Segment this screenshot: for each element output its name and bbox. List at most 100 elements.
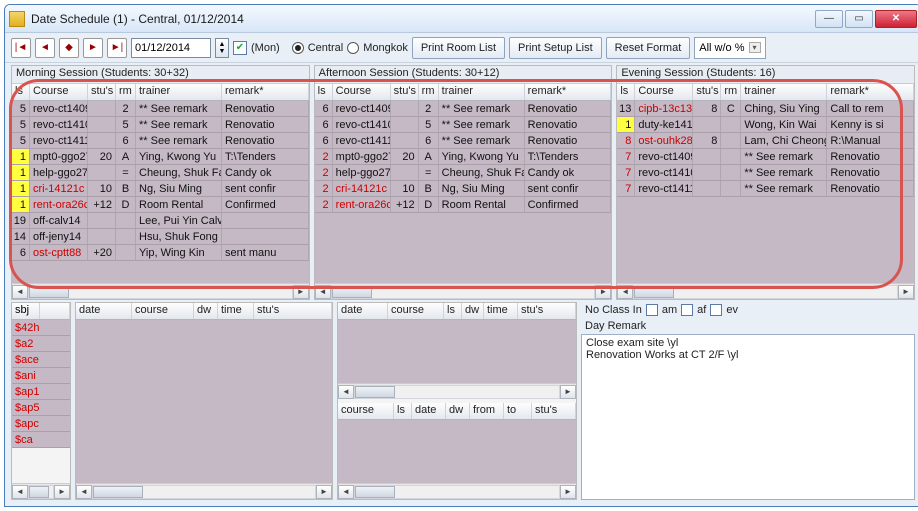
print-setup-list-button[interactable]: Print Setup List <box>509 37 602 59</box>
col-ls[interactable]: ls <box>394 403 412 419</box>
sbj-item[interactable]: $ace <box>12 352 70 368</box>
evening-scrollbar[interactable]: ◄► <box>617 283 914 299</box>
close-button[interactable]: ✕ <box>875 10 917 28</box>
sbj-item[interactable]: $ap5 <box>12 400 70 416</box>
sbj-item[interactable]: $ani <box>12 368 70 384</box>
mid2-top-scrollbar[interactable]: ◄► <box>338 383 576 399</box>
mid2-bot-scrollbar[interactable]: ◄► <box>338 483 576 499</box>
reset-format-button[interactable]: Reset Format <box>606 37 691 59</box>
table-row[interactable]: 6 ost-cptt88 +20 Yip, Wing Kin sent manu <box>12 245 309 261</box>
sbj-item[interactable]: $42h <box>12 320 70 336</box>
sbj-item[interactable]: $ap1 <box>12 384 70 400</box>
table-row[interactable]: 14 off-jeny14 Hsu, Shuk Fong <box>12 229 309 245</box>
table-row[interactable]: 19 off-calv14 Lee, Pui Yin Calv <box>12 213 309 229</box>
minimize-button[interactable]: — <box>815 10 843 28</box>
nav-first-button[interactable]: |◄ <box>11 38 31 58</box>
sbj-item[interactable]: $apc <box>12 416 70 432</box>
col-remark*[interactable]: remark* <box>222 84 309 100</box>
col-to[interactable]: to <box>504 403 532 419</box>
col-remark*[interactable]: remark* <box>525 84 612 100</box>
nav-next-button[interactable]: ► <box>83 38 103 58</box>
col-stu's[interactable]: stu's <box>693 84 721 100</box>
table-row[interactable]: 7 revo-ct1409 ** See remark Renovatio <box>617 149 914 165</box>
col-Course[interactable]: Course <box>30 84 88 100</box>
titlebar[interactable]: Date Schedule (1) - Central, 01/12/2014 … <box>5 5 918 33</box>
morning-scrollbar[interactable]: ◄► <box>12 283 309 299</box>
table-row[interactable]: 1 duty-ke1412 Wong, Kin Wai Kenny is si <box>617 117 914 133</box>
col-course[interactable]: course <box>338 403 394 419</box>
table-row[interactable]: 1 mpt0-ggo27 20 A Ying, Kwong Yu T:\Tend… <box>12 149 309 165</box>
nav-last-button[interactable]: ►| <box>107 38 127 58</box>
col-remark*[interactable]: remark* <box>827 84 914 100</box>
table-row[interactable]: 1 cri-14121c 10 B Ng, Siu Ming sent conf… <box>12 181 309 197</box>
location-radio-central[interactable] <box>292 42 304 54</box>
date-input[interactable] <box>131 38 211 58</box>
col-rm[interactable]: rm <box>419 84 439 100</box>
col-stu's[interactable]: stu's <box>254 303 332 319</box>
filter-combo[interactable]: All w/o % ▾ <box>694 37 765 59</box>
location-radio-mongkok[interactable] <box>347 42 359 54</box>
col-trainer[interactable]: trainer <box>741 84 827 100</box>
day-checkbox[interactable]: ✔ <box>233 41 247 55</box>
table-row[interactable]: 1 rent-ora26c +12 D Room Rental Confirme… <box>12 197 309 213</box>
col-rm[interactable]: rm <box>116 84 136 100</box>
table-row[interactable]: 7 revo-ct1410 ** See remark Renovatio <box>617 165 914 181</box>
table-row[interactable]: 2 cri-14121c 10 B Ng, Siu Ming sent conf… <box>315 181 612 197</box>
col-date[interactable]: date <box>412 403 446 419</box>
table-row[interactable]: 1 help-ggo27a = Cheung, Shuk Fa Candy ok <box>12 165 309 181</box>
table-row[interactable]: 6 revo-ct1410 5 ** See remark Renovatio <box>315 117 612 133</box>
sbj-item[interactable]: $a2 <box>12 336 70 352</box>
location-label-mongkok[interactable]: Mongkok <box>363 42 408 54</box>
afternoon-scrollbar[interactable]: ◄► <box>315 283 612 299</box>
col-course[interactable]: course <box>132 303 194 319</box>
sbj-item[interactable]: $ca <box>12 432 70 448</box>
col-stu's[interactable]: stu's <box>391 84 419 100</box>
mid1-scrollbar[interactable]: ◄► <box>76 483 332 499</box>
table-row[interactable]: 7 revo-ct1411 ** See remark Renovatio <box>617 181 914 197</box>
col-rm[interactable]: rm <box>721 84 741 100</box>
col-ls[interactable]: ls <box>12 84 30 100</box>
table-row[interactable]: 6 revo-ct1409 2 ** See remark Renovatio <box>315 101 612 117</box>
sbj-scrollbar[interactable]: ◄► <box>12 483 70 499</box>
col-ls[interactable]: ls <box>315 84 333 100</box>
no-class-ev-checkbox[interactable] <box>710 304 722 316</box>
table-row[interactable]: 5 revo-ct1410 5 ** See remark Renovatio <box>12 117 309 133</box>
col-trainer[interactable]: trainer <box>439 84 525 100</box>
col-stu's[interactable]: stu's <box>518 303 576 319</box>
col-ls[interactable]: ls <box>444 303 462 319</box>
col-time[interactable]: time <box>218 303 254 319</box>
col-trainer[interactable]: trainer <box>136 84 222 100</box>
table-row[interactable]: 13 cipb-13c13m 8 C Ching, Siu Ying Call … <box>617 101 914 117</box>
table-row[interactable]: 6 revo-ct1411 6 ** See remark Renovatio <box>315 133 612 149</box>
col-stu's[interactable]: stu's <box>88 84 116 100</box>
table-row[interactable]: 2 rent-ora26c +12 D Room Rental Confirme… <box>315 197 612 213</box>
col-dw[interactable]: dw <box>446 403 470 419</box>
col-dw[interactable]: dw <box>194 303 218 319</box>
day-remark-text[interactable]: Close exam site \ylRenovation Works at C… <box>581 334 915 500</box>
col-date[interactable]: date <box>338 303 388 319</box>
maximize-button[interactable]: ▭ <box>845 10 873 28</box>
col-from[interactable]: from <box>470 403 504 419</box>
table-row[interactable]: 2 help-ggo27a = Cheung, Shuk Fa Candy ok <box>315 165 612 181</box>
col-time[interactable]: time <box>484 303 518 319</box>
col-Course[interactable]: Course <box>635 84 693 100</box>
col-Course[interactable]: Course <box>333 84 391 100</box>
table-row[interactable]: 2 mpt0-ggo27 20 A Ying, Kwong Yu T:\Tend… <box>315 149 612 165</box>
col-dw[interactable]: dw <box>462 303 484 319</box>
afternoon-session: Afternoon Session (Students: 30+12) lsCo… <box>314 65 613 300</box>
col-stu's[interactable]: stu's <box>532 403 576 419</box>
nav-prev-button[interactable]: ◄ <box>35 38 55 58</box>
no-class-am-checkbox[interactable] <box>646 304 658 316</box>
col-sbj[interactable]: sbj <box>12 303 40 319</box>
no-class-af-checkbox[interactable] <box>681 304 693 316</box>
col-ls[interactable]: ls <box>617 84 635 100</box>
col-date[interactable]: date <box>76 303 132 319</box>
col-course[interactable]: course <box>388 303 444 319</box>
date-spinner[interactable]: ▲▼ <box>215 38 229 58</box>
table-row[interactable]: 8 ost-ouhk28 8 Lam, Chi Cheong R:\Manual <box>617 133 914 149</box>
table-row[interactable]: 5 revo-ct1409 2 ** See remark Renovatio <box>12 101 309 117</box>
table-row[interactable]: 5 revo-ct1411 6 ** See remark Renovatio <box>12 133 309 149</box>
print-room-list-button[interactable]: Print Room List <box>412 37 505 59</box>
location-label-central[interactable]: Central <box>308 42 343 54</box>
nav-today-button[interactable]: ◆ <box>59 38 79 58</box>
